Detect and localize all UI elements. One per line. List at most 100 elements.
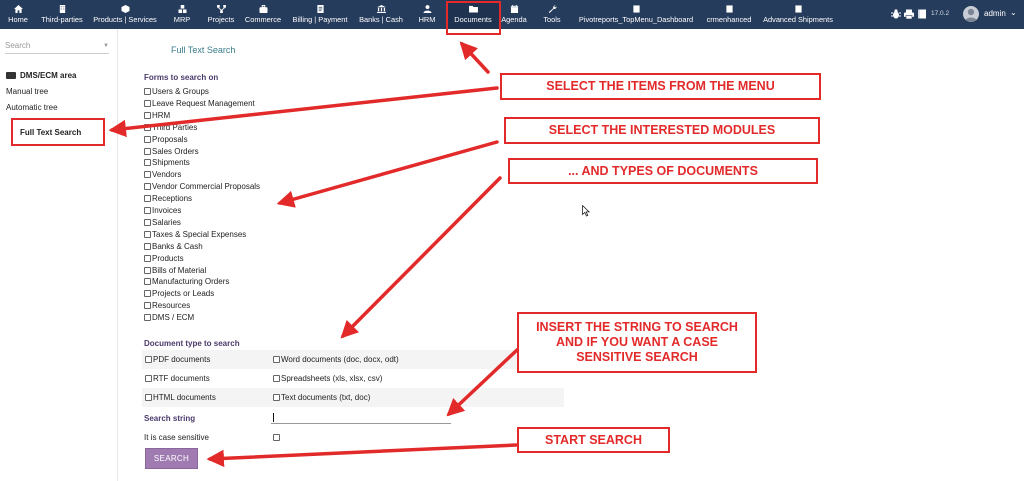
doctype-option-html[interactable]: HTML documents xyxy=(145,393,216,402)
menu-label: Advanced Shipments xyxy=(763,15,833,24)
doctype-option-word[interactable]: Word documents (doc, docx, odt) xyxy=(273,355,399,364)
form-option[interactable]: Proposals xyxy=(144,135,188,144)
checkbox[interactable] xyxy=(144,135,151,143)
doctype-label: HTML documents xyxy=(153,393,216,402)
bug-icon[interactable] xyxy=(891,9,901,19)
checkbox[interactable] xyxy=(144,123,151,131)
checkbox[interactable] xyxy=(144,218,151,226)
checkbox[interactable] xyxy=(144,278,151,286)
checkbox[interactable] xyxy=(273,394,280,401)
menu-hrm[interactable]: HRM xyxy=(414,0,440,29)
form-option-label: Vendor Commercial Proposals xyxy=(152,182,261,192)
form-option[interactable]: Salaries xyxy=(144,218,181,227)
checkbox[interactable] xyxy=(145,375,152,382)
book-icon[interactable] xyxy=(917,9,927,19)
form-option[interactable]: Sales Orders xyxy=(144,147,199,156)
checkbox[interactable] xyxy=(144,266,151,274)
form-option[interactable]: Vendors xyxy=(144,170,181,179)
form-option[interactable]: Manufacturing Orders xyxy=(144,277,229,286)
avatar[interactable] xyxy=(963,6,979,22)
form-option[interactable]: Shipments xyxy=(144,158,190,167)
print-icon[interactable] xyxy=(904,9,914,20)
menu-home[interactable]: Home xyxy=(6,0,30,29)
menu-mrp[interactable]: MRP xyxy=(169,0,195,29)
checkbox[interactable] xyxy=(144,195,151,203)
menu-pivotreports[interactable]: Pivotreports_TopMenu_Dashboard xyxy=(571,0,701,29)
chevron-down-icon[interactable]: ⌄ xyxy=(1010,8,1017,17)
form-option[interactable]: Leave Request Management xyxy=(144,99,255,108)
checkbox[interactable] xyxy=(145,394,152,401)
search-string-input[interactable] xyxy=(271,411,451,424)
menu-agenda[interactable]: Agenda xyxy=(500,0,528,29)
dms-area-title[interactable]: DMS/ECM area xyxy=(6,71,76,80)
form-option[interactable]: Vendor Commercial Proposals xyxy=(144,182,260,191)
checkbox[interactable] xyxy=(144,159,151,167)
checkbox[interactable] xyxy=(144,111,151,119)
checkbox[interactable] xyxy=(144,147,151,155)
form-option[interactable]: Banks & Cash xyxy=(144,242,203,251)
form-option[interactable]: Receptions xyxy=(144,194,192,203)
checkbox[interactable] xyxy=(144,171,151,179)
folder-icon xyxy=(6,72,16,79)
chevron-down-icon[interactable]: ▼ xyxy=(103,43,109,49)
doctype-option-spreadsheet[interactable]: Spreadsheets (xls, xlsx, csv) xyxy=(273,374,382,383)
checkbox[interactable] xyxy=(145,356,152,363)
form-option[interactable]: Taxes & Special Expenses xyxy=(144,230,246,239)
checkbox[interactable] xyxy=(144,207,151,214)
doctype-section-title: Document type to search xyxy=(144,339,240,348)
calendar-icon xyxy=(510,5,518,13)
checkbox[interactable] xyxy=(144,242,151,250)
suitcase-icon xyxy=(259,5,267,13)
form-option[interactable]: Bills of Material xyxy=(144,266,206,275)
form-option[interactable]: Resources xyxy=(144,301,190,310)
form-option-label: Bills of Material xyxy=(152,265,207,275)
menu-banks-cash[interactable]: Banks | Cash xyxy=(355,0,407,29)
sidebar-item-manual-tree[interactable]: Manual tree xyxy=(6,87,48,96)
menu-tools[interactable]: Tools xyxy=(539,0,565,29)
checkbox[interactable] xyxy=(144,99,151,107)
menu-products-services[interactable]: Products | Services xyxy=(90,0,160,29)
user-name[interactable]: admin xyxy=(984,9,1006,18)
forms-section-title: Forms to search on xyxy=(144,73,219,82)
doctype-label: Spreadsheets (xls, xlsx, csv) xyxy=(281,374,383,383)
menu-third-parties[interactable]: Third-parties xyxy=(38,0,86,29)
form-option[interactable]: Invoices xyxy=(144,206,181,215)
form-option-label: Leave Request Management xyxy=(152,98,255,108)
checkbox[interactable] xyxy=(144,88,151,95)
sidebar-search-input[interactable]: Search ▼ xyxy=(5,41,109,54)
form-option[interactable]: DMS / ECM xyxy=(144,313,194,322)
form-option-label: Banks & Cash xyxy=(152,241,203,251)
sidebar-item-automatic-tree[interactable]: Automatic tree xyxy=(6,103,58,112)
doctype-option-rtf[interactable]: RTF documents xyxy=(145,374,210,383)
form-option[interactable]: Users & Groups xyxy=(144,87,209,96)
checkbox[interactable] xyxy=(144,254,151,262)
checkbox[interactable] xyxy=(273,375,280,382)
sitemap-icon xyxy=(216,5,226,13)
search-button[interactable]: SEARCH xyxy=(145,448,198,469)
arrow-to-menu xyxy=(459,41,490,74)
menu-commerce[interactable]: Commerce xyxy=(242,0,284,29)
form-option[interactable]: Products xyxy=(144,254,184,263)
menu-crmenhanced[interactable]: crmenhanced xyxy=(703,0,755,29)
dms-area-label: DMS/ECM area xyxy=(20,71,77,80)
form-option[interactable]: Projects or Leads xyxy=(144,289,214,298)
form-option[interactable]: HRM xyxy=(144,111,170,120)
checkbox[interactable] xyxy=(144,302,151,310)
checkbox[interactable] xyxy=(144,230,151,238)
form-option[interactable]: Third Parties xyxy=(144,123,197,132)
checkbox[interactable] xyxy=(144,183,151,191)
checkbox[interactable] xyxy=(144,314,151,322)
doctype-option-text[interactable]: Text documents (txt, doc) xyxy=(273,393,370,402)
doctype-option-pdf[interactable]: PDF documents xyxy=(145,355,210,364)
doctype-label: RTF documents xyxy=(153,374,210,383)
form-option-label: Receptions xyxy=(152,194,193,204)
arrow-to-search-button xyxy=(206,443,518,468)
checkbox[interactable] xyxy=(144,290,151,298)
callout-start-search: START SEARCH xyxy=(517,427,670,453)
checkbox[interactable] xyxy=(273,356,280,363)
form-option-label: Taxes & Special Expenses xyxy=(152,229,247,239)
menu-advanced-shipments[interactable]: Advanced Shipments xyxy=(759,0,837,29)
menu-projects[interactable]: Projects xyxy=(204,0,238,29)
case-sensitive-checkbox[interactable] xyxy=(273,434,280,441)
menu-billing-payment[interactable]: Billing | Payment xyxy=(288,0,352,29)
